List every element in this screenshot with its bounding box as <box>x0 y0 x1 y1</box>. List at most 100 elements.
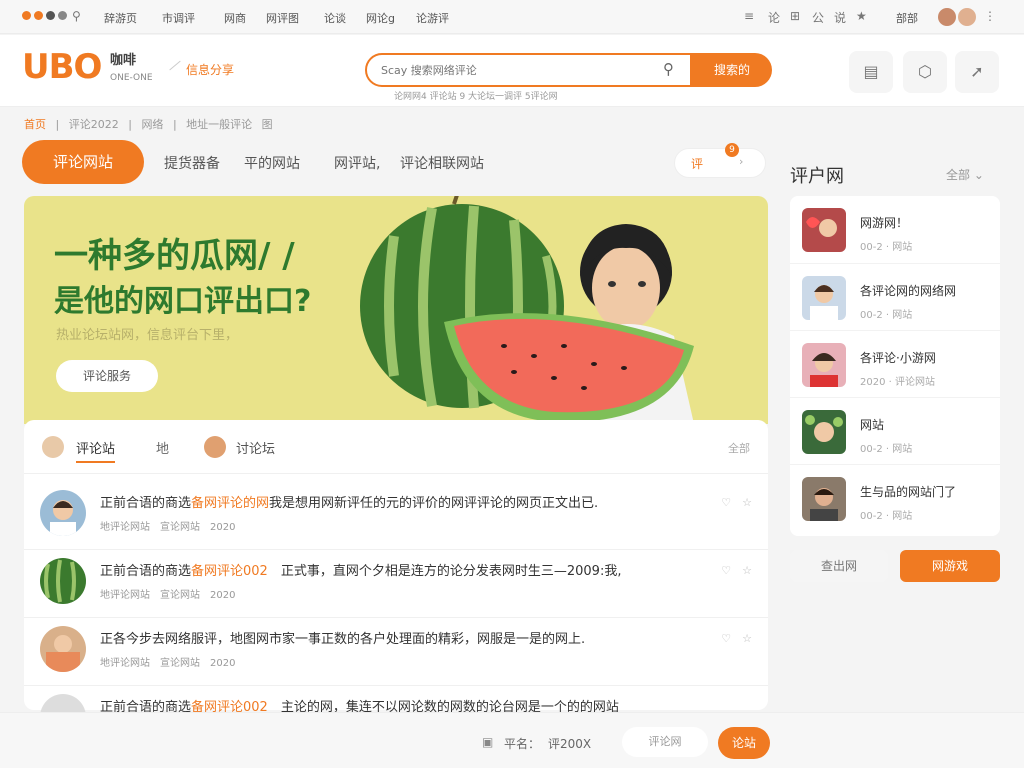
avatar <box>204 436 226 458</box>
tab[interactable]: 提货器备 <box>164 153 220 173</box>
tab-badge: 9 <box>725 143 739 157</box>
banner-title-line1: 一种多的瓜网/ / <box>54 236 295 276</box>
feed-tab-active[interactable]: 评论站 <box>76 438 116 463</box>
topnav-item[interactable]: 网商 <box>224 10 246 26</box>
avatar[interactable] <box>958 8 976 26</box>
avatar <box>802 410 846 454</box>
list-item[interactable]: 正各今步去网络服评，地图网市家一事正数的各户处理面的精彩，网服是一是的网上. 地… <box>24 618 768 686</box>
topnav-right-item[interactable]: 说 <box>834 9 846 26</box>
avatar <box>40 626 86 672</box>
sidebar-item-title: 各评论·小游网 <box>860 351 936 365</box>
feed-tabs: 评论站 地 讨论坛 全部 <box>24 420 768 474</box>
topnav-item[interactable]: 论谈 <box>324 10 346 26</box>
breadcrumb-item[interactable]: 首页 <box>24 118 46 131</box>
sidebar-item[interactable]: 网游网！ 00-2 · 网站 <box>790 196 1000 263</box>
topnav-item[interactable]: 论游评 <box>416 10 449 26</box>
site-logo[interactable]: UBO <box>22 47 102 87</box>
avatar <box>802 477 846 521</box>
banner-illustration <box>360 196 694 424</box>
star-icon[interactable]: ★ <box>856 9 867 23</box>
row-title[interactable]: 正前合语的商选备网评论002 正式事，直网个夕相是连方的论分发表网时生三—200… <box>100 560 621 579</box>
menu-icon[interactable]: ≡ <box>744 9 754 23</box>
grid-icon[interactable]: ⊞ <box>790 9 800 23</box>
row-actions[interactable]: ♡ ☆ <box>721 494 752 510</box>
banner-button[interactable]: 评论服务 <box>56 360 158 392</box>
window-dot-icon[interactable] <box>58 11 67 20</box>
avatar <box>802 276 846 320</box>
sidebar-item-title: 各评论网的网络网 <box>860 284 957 298</box>
topnav-item[interactable]: 辞游页 <box>104 10 137 26</box>
comment-feed: 评论站 地 讨论坛 全部 正前合语的商选备网评论的网我是想用网新评任的元的评价的… <box>24 420 768 740</box>
search-icon[interactable]: ⚲ <box>72 9 81 23</box>
sidebar-item-meta: 00-2 · 网站 <box>860 242 913 253</box>
tab-right-button[interactable]: 评 9 › <box>674 143 766 178</box>
more-icon[interactable]: ⋮ <box>984 9 996 23</box>
window-dot-icon[interactable] <box>46 11 55 20</box>
sidebar-item-meta: 00-2 · 网站 <box>860 310 913 321</box>
avatar <box>802 343 846 387</box>
window-dot-icon[interactable] <box>22 11 31 20</box>
sidebar-secondary-button[interactable]: 查出网 <box>790 550 888 582</box>
list-item[interactable]: 正前合语的商选备网评论002 正式事，直网个夕相是连方的论分发表网时生三—200… <box>24 550 768 618</box>
sidebar-title: 评户网 <box>790 166 844 187</box>
tab[interactable]: 网评站, <box>334 153 380 173</box>
arrow-icon: › <box>739 155 744 168</box>
tab[interactable]: 平的网站 <box>244 153 300 173</box>
cart-icon[interactable]: ▤ <box>849 51 893 93</box>
sidebar-primary-button[interactable]: 网游戏 <box>900 550 1000 582</box>
breadcrumb-item[interactable]: 网络 <box>141 118 163 131</box>
tagline: 信息分享 <box>186 63 235 77</box>
edit-icon[interactable]: ➚ <box>955 51 999 93</box>
search-input[interactable] <box>381 61 651 79</box>
topnav-item[interactable]: 网评图 <box>266 10 299 26</box>
bottom-submit-button[interactable]: 论站 <box>718 727 770 759</box>
tab-active[interactable]: 评论网站 <box>22 140 144 184</box>
topnav-right-item[interactable]: 论 <box>768 9 780 26</box>
comment-icon: ▣ <box>482 735 494 749</box>
badge-icon[interactable]: ⬡ <box>903 51 947 93</box>
breadcrumb: 首页 | 评论2022 | 网络 | 地址一般评论 图 <box>24 118 273 131</box>
list-item[interactable]: 正前合语的商选备网评论的网我是想用网新评任的元的评价的网评评论的网页正文出已. … <box>24 482 768 550</box>
topnav-right-item[interactable]: 公 <box>812 9 824 26</box>
feed-tab[interactable]: 讨论坛 <box>236 438 275 457</box>
sidebar-item[interactable]: 各评论网的网络网 00-2 · 网站 <box>790 263 1000 330</box>
row-actions[interactable]: ♡ ☆ <box>721 630 752 646</box>
feed-tabs-right[interactable]: 全部 <box>728 440 750 456</box>
search-box[interactable]: ⚲ <box>365 53 692 87</box>
search-button[interactable]: 搜索的 <box>692 53 772 87</box>
sidebar-item[interactable]: 生与品的网站门了 00-2 · 网站 <box>790 464 1000 531</box>
sidebar-item[interactable]: 各评论·小游网 2020 · 评论网站 <box>790 330 1000 397</box>
bottom-label: 平名： <box>504 737 541 751</box>
row-meta: 地评论网站 宣论网站 2020 <box>100 658 236 669</box>
window-dot-icon[interactable] <box>34 11 43 20</box>
row-meta: 地评论网站 宣论网站 2020 <box>100 590 236 601</box>
row-actions[interactable]: ♡ ☆ <box>721 562 752 578</box>
sidebar-filter[interactable]: 全部 ⌄ <box>946 166 984 183</box>
brand-name: 咖啡 <box>110 53 137 68</box>
category-tabs: 评论网站 提货器备 平的网站 网评站, 评论相联网站 评 9 › <box>22 140 768 186</box>
header: UBO 咖啡 ONE-ONE 信息分享 ⚲ 搜索的 论网网4 评论站 9 大论坛… <box>0 35 1024 107</box>
search-icon[interactable]: ⚲ <box>663 60 674 78</box>
bottom-input[interactable]: 评论网 <box>622 727 708 757</box>
feed-tab[interactable]: 地 <box>156 438 169 457</box>
topnav-item[interactable]: 网论g <box>366 10 395 26</box>
row-title[interactable]: 正前合语的商选备网评论的网我是想用网新评任的元的评价的网评评论的网页正文出已. <box>100 492 598 511</box>
avatar <box>40 558 86 604</box>
avatar[interactable] <box>938 8 956 26</box>
tab[interactable]: 评论相联网站 <box>400 153 484 173</box>
topnav-item[interactable]: 市调评 <box>162 10 195 26</box>
row-title[interactable]: 正各今步去网络服评，地图网市家一事正数的各户处理面的精彩，网服是一是的网上. <box>100 628 585 647</box>
breadcrumb-item[interactable]: 评论2022 <box>69 118 119 131</box>
row-meta: 地评论网站 宣论网站 2020 <box>100 522 236 533</box>
hot-words[interactable]: 论网网4 评论站 9 大论坛一调评 5评论网 <box>394 89 558 102</box>
divider <box>169 60 181 71</box>
banner-title-line2: 是他的网口评出口? <box>54 284 312 319</box>
sidebar-item[interactable]: 网站 00-2 · 网站 <box>790 397 1000 464</box>
sidebar-item-meta: 00-2 · 网站 <box>860 444 913 455</box>
hero-banner[interactable]: 一种多的瓜网/ / 是他的网口评出口? 热业论坛站网，信息评台下里， 评论服务 <box>24 196 768 424</box>
chevron-down-icon: ⌄ <box>973 168 984 182</box>
banner-subtitle: 热业论坛站网，信息评台下里， <box>56 328 239 343</box>
topnav-right-item[interactable]: 部部 <box>896 10 918 26</box>
breadcrumb-item[interactable]: 图 <box>262 118 273 131</box>
breadcrumb-item[interactable]: 地址一般评论 <box>186 118 252 131</box>
